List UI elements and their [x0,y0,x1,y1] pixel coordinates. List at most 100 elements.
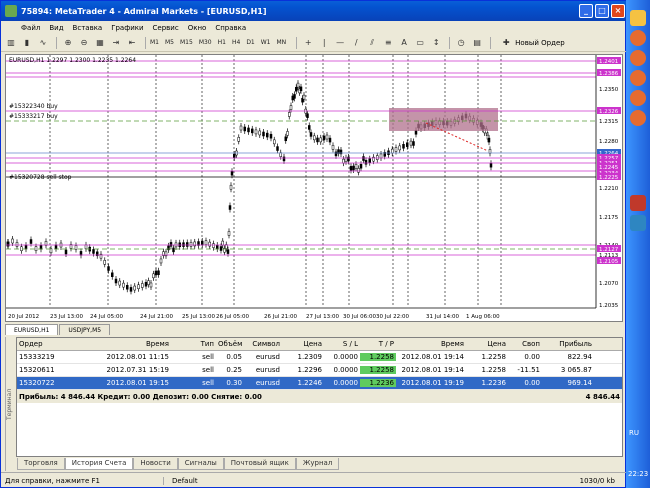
candle-body [84,244,88,250]
templates-icon[interactable]: ▤ [470,36,484,50]
tab-history[interactable]: История Счета [64,458,134,470]
crosshair-icon[interactable]: + [301,36,315,50]
candle-body [302,94,306,100]
col-close-time[interactable]: Время [396,340,466,348]
cell-tp: 1.2258 [360,366,396,374]
browser-icon-4[interactable] [630,110,646,126]
menu-insert[interactable]: Вставка [73,24,103,32]
candle-body [293,94,296,99]
menu-help[interactable]: Справка [215,24,246,32]
chart-area[interactable]: EURUSD,H1 1.2297 1.2300 1.2235 1.2264 #1… [5,54,623,322]
col-profit[interactable]: Прибыль [542,340,594,348]
tab-journal[interactable]: Журнал [295,458,340,470]
candle-body [331,145,335,150]
col-price[interactable]: Цена [282,340,324,348]
new-order-button[interactable]: ✚ Новый Ордер [499,36,565,50]
tf-m1[interactable]: M1 [150,39,159,46]
tf-h4[interactable]: H4 [232,39,240,46]
candle-body [226,249,230,254]
tf-m5[interactable]: M5 [165,39,174,46]
taskbar [626,0,650,488]
tab-news[interactable]: Новости [133,458,178,470]
maximize-icon[interactable]: □ [595,4,609,18]
col-type[interactable]: Тип [171,340,216,348]
col-order[interactable]: Ордер [17,340,99,348]
candle-body [308,125,311,130]
tf-h1[interactable]: H1 [218,39,226,46]
candle-body [266,132,269,138]
col-tp[interactable]: T / P [360,340,396,348]
tab-trade[interactable]: Торговля [17,458,65,470]
text-icon[interactable]: A [397,36,411,50]
col-time[interactable]: Время [99,340,171,348]
periods-icon[interactable]: ◷ [454,36,468,50]
chart-tab-usdjpy[interactable]: USDJPY,M5 [59,324,111,335]
order-rectangle[interactable] [389,108,498,131]
menu-view[interactable]: Вид [49,24,63,32]
line-chart-icon[interactable]: ∿ [36,36,50,50]
candle-body [352,165,355,171]
col-volume[interactable]: Объём [216,340,244,348]
price-chart[interactable]: EURUSD,H1 1.2297 1.2300 1.2235 1.2264 #1… [6,55,622,321]
autoscroll-icon[interactable]: ⇥ [109,36,123,50]
chart-tab-eurusd[interactable]: EURUSD,H1 [5,324,59,335]
candle-icon[interactable]: ▮ [20,36,34,50]
candle-body [251,128,254,134]
trendline-icon[interactable]: / [349,36,363,50]
candle-body [229,184,233,190]
firefox-icon[interactable] [630,30,646,46]
table-row[interactable]: 15320722 2012.08.01 19:15 sell 0.30 eurusd 1.… [17,377,622,390]
candle-body [137,284,140,290]
horizontal-line-icon[interactable]: — [333,36,347,50]
candle-body [269,133,273,139]
browser-icon[interactable] [630,50,646,66]
zoom-out-icon[interactable]: ⊖ [77,36,91,50]
candle-body [149,282,153,288]
col-close-price[interactable]: Цена [466,340,508,348]
browser-icon-2[interactable] [630,70,646,86]
candle-body [288,112,291,117]
bar-chart-icon[interactable]: ▥ [4,36,18,50]
browser-icon-3[interactable] [630,90,646,106]
candle-body [325,134,329,140]
fibo-icon[interactable]: ≡ [381,36,395,50]
tf-d1[interactable]: D1 [246,39,254,46]
menu-window[interactable]: Окно [188,24,207,32]
clock: 22:23 [628,470,649,478]
shift-icon[interactable]: ⇤ [125,36,139,50]
col-symbol[interactable]: Символ [244,340,282,348]
menu-charts[interactable]: Графики [111,24,143,32]
minimize-icon[interactable]: _ [579,4,593,18]
tile-icon[interactable]: ▦ [93,36,107,50]
zoom-in-icon[interactable]: ⊕ [61,36,75,50]
cell-order: 15320722 [19,379,55,387]
terminal-app-icon[interactable] [630,195,646,211]
close-icon[interactable]: × [611,4,625,18]
candle-body [126,284,129,290]
folder-icon[interactable] [630,10,646,26]
app-icon-2[interactable] [630,215,646,231]
candle-body [107,266,110,271]
tab-signals[interactable]: Сигналы [177,458,224,470]
candle-body [103,260,106,265]
time-label: 24 Jul 05:00 [90,314,123,320]
tf-m15[interactable]: M15 [180,39,193,46]
table-row[interactable]: 15333219 2012.08.01 11:15 sell 0.05 eurusd 1.… [17,351,622,364]
col-sl[interactable]: S / L [324,340,360,348]
channel-icon[interactable]: ⫽ [365,36,379,50]
col-swap[interactable]: Своп [508,340,542,348]
menu-tools[interactable]: Сервис [153,24,179,32]
arrows-icon[interactable]: ↕ [429,36,443,50]
language-indicator[interactable]: RU [629,429,639,437]
tab-mailbox[interactable]: Почтовый ящик [223,458,296,470]
table-row[interactable]: 15320611 2012.07.31 15:19 sell 0.25 eurusd 1.… [17,364,622,377]
menu-file[interactable]: Файл [21,24,40,32]
candle-body [201,240,204,246]
candle-body [328,137,332,143]
candle-body [376,155,379,160]
tf-m30[interactable]: M30 [199,39,212,46]
vertical-line-icon[interactable]: | [317,36,331,50]
tf-w1[interactable]: W1 [261,39,271,46]
tf-mn[interactable]: MN [277,39,287,46]
label-icon[interactable]: ▭ [413,36,427,50]
